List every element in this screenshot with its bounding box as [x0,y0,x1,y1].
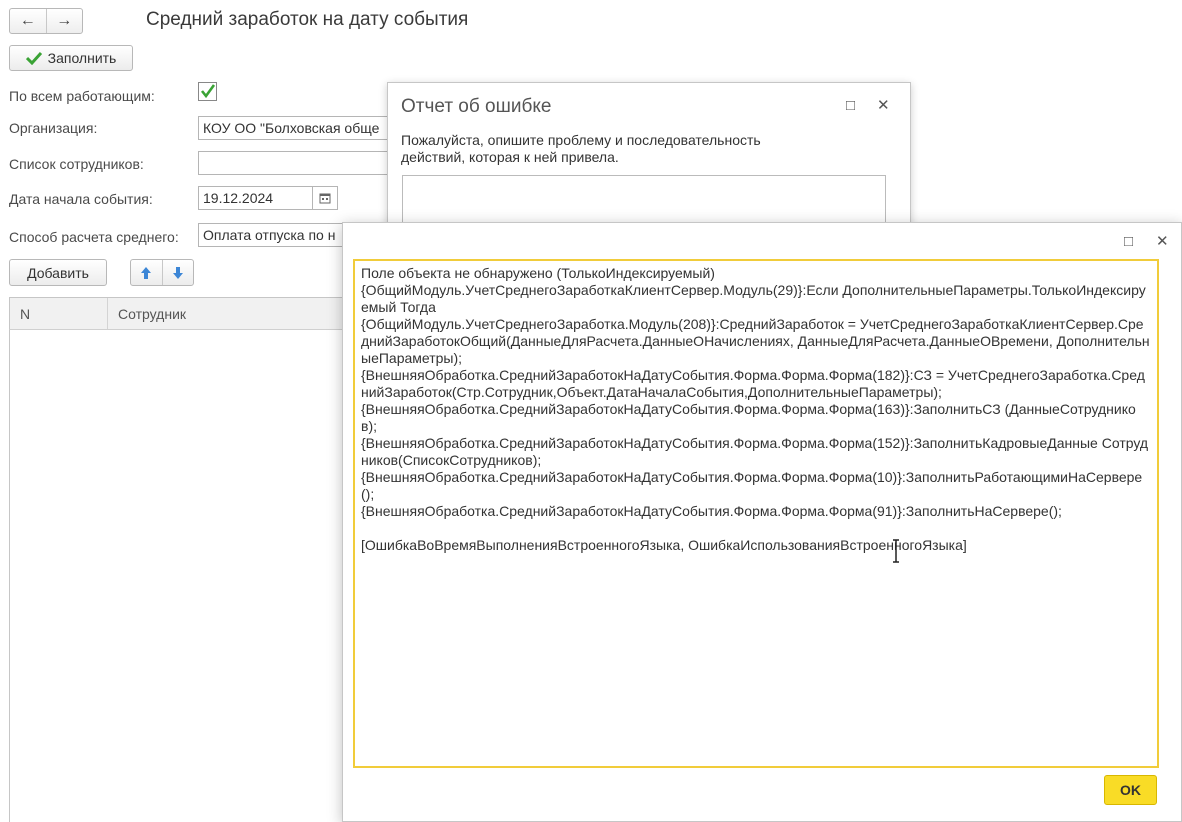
back-button[interactable]: ← [10,9,46,33]
fill-button-label: Заполнить [47,50,117,66]
checkmark-icon [25,51,42,65]
employee-list-label: Список сотрудников: [9,156,144,172]
employees-table-body[interactable] [9,330,344,822]
error-message-text[interactable]: Поле объекта не обнаружено (ТолькоИндекс… [353,259,1159,768]
arrow-right-icon: → [56,12,73,29]
organization-field[interactable]: КОУ ОО "Болховская обще [198,116,388,140]
move-buttons [130,259,194,286]
error-report-maximize-icon[interactable]: □ [846,97,855,114]
column-header-n[interactable]: N [20,306,30,322]
ok-button[interactable]: OK [1104,775,1157,805]
arrow-down-icon [172,266,183,279]
forward-button[interactable]: → [45,9,83,33]
move-up-button[interactable] [131,260,163,285]
calendar-icon [319,193,331,204]
arrow-left-icon: ← [19,12,36,29]
add-button[interactable]: Добавить [9,259,107,286]
text-cursor-icon [893,539,899,563]
all-working-label: По всем работающим: [9,88,155,104]
dialog-maximize-icon[interactable]: □ [1124,233,1133,250]
event-date-label: Дата начала события: [9,191,153,207]
column-separator [107,298,108,329]
dialog-close-icon[interactable]: ✕ [1156,232,1169,250]
arrow-up-icon [141,266,152,279]
navigation-buttons: ← → [9,8,83,34]
employee-list-field[interactable] [198,151,388,175]
error-report-close-icon[interactable]: ✕ [877,96,890,114]
page-title: Средний заработок на дату события [146,9,469,30]
organization-label: Организация: [9,120,98,136]
calendar-button[interactable] [313,186,338,210]
event-date-field[interactable]: 19.12.2024 [198,186,313,210]
calc-method-field[interactable]: Оплата отпуска по н [198,223,348,247]
error-report-title: Отчет об ошибке [401,96,552,117]
check-icon [200,84,216,99]
move-down-button[interactable] [163,260,194,285]
fill-button[interactable]: Заполнить [9,45,133,71]
calc-method-label: Способ расчета среднего: [9,229,179,245]
column-header-employee[interactable]: Сотрудник [118,306,186,322]
error-report-description: Пожалуйста, опишите проблему и последова… [401,132,761,165]
all-working-checkbox[interactable] [198,82,217,101]
